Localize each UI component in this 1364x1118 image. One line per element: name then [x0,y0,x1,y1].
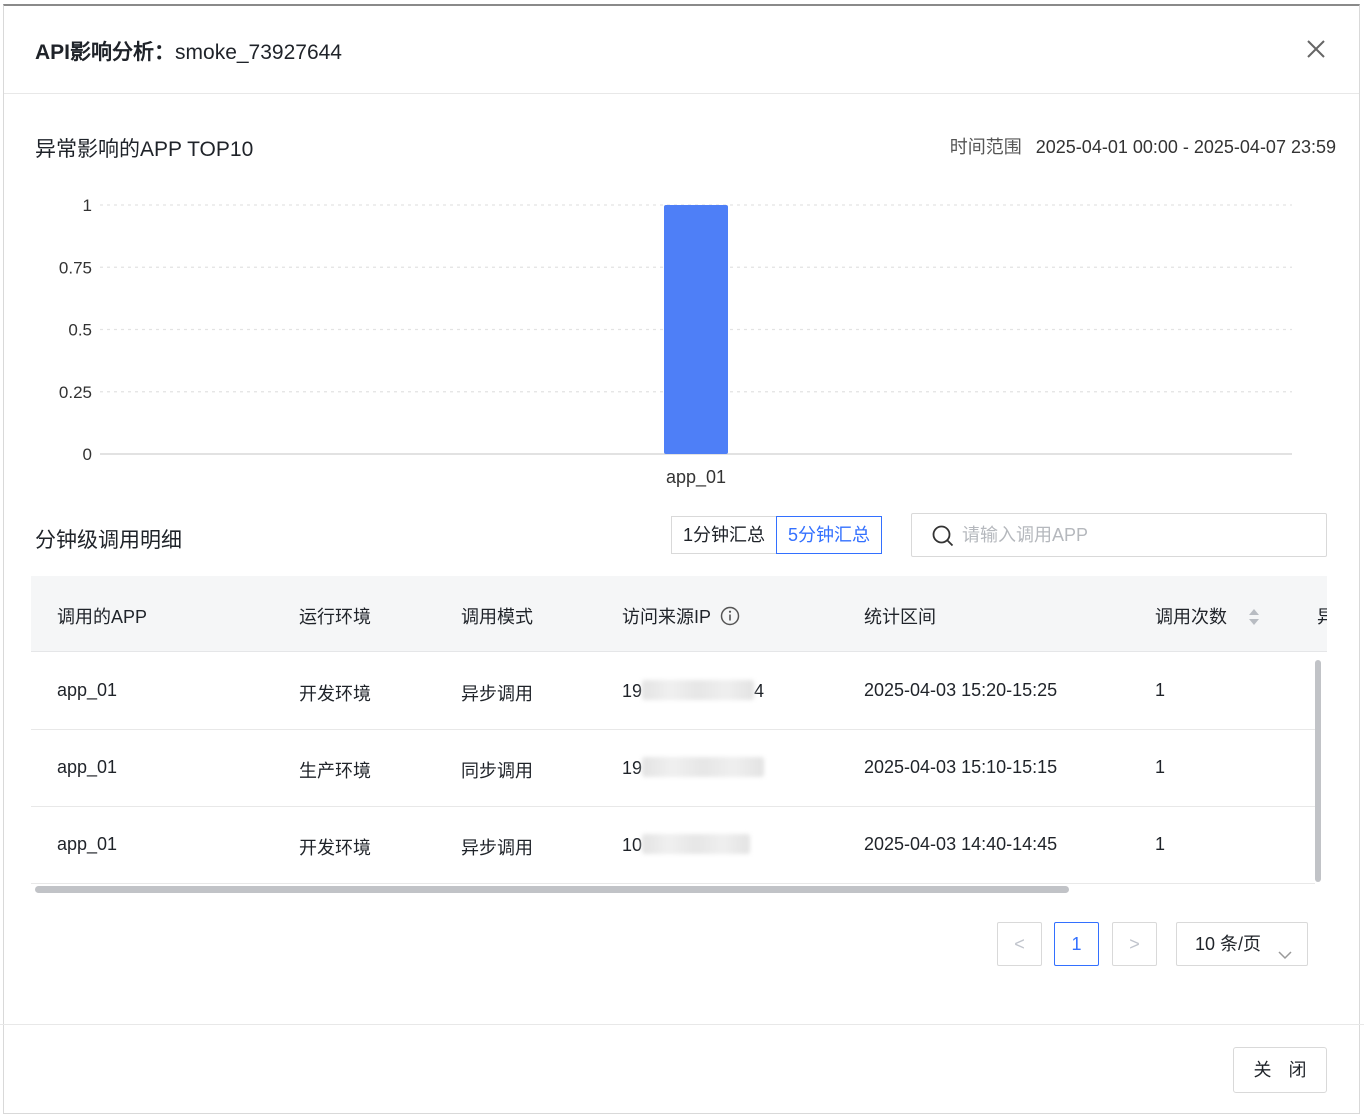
col-header-mode: 调用模式 [461,607,533,627]
bar [664,205,728,454]
search-icon [932,525,954,552]
col-header-count[interactable]: 调用次数 [1155,603,1262,629]
app-search-input[interactable] [960,514,1320,556]
y-tick-label: 0.75 [59,258,92,277]
cell-env: 开发环境 [299,684,371,704]
cell-ip: 10 [622,834,751,856]
page-1-button[interactable]: 1 [1054,922,1099,966]
redacted-ip [642,757,765,777]
page-size-value: 10 条/页 [1195,934,1262,954]
dialog-header: API影响分析：smoke_73927644 [4,6,1359,94]
cell-ip-start: 19 [622,758,643,778]
cell-app: app_01 [57,757,118,777]
cell-interval: 2025-04-03 15:20-15:25 [864,680,1058,700]
chevron-down-icon [1277,936,1293,978]
detail-table: 调用的APP 运行环境 调用模式 访问来源IP 统计区间 调用次数 异 app_… [31,576,1327,896]
cell-mode: 同步调用 [461,761,533,781]
app-top10-bar-chart: 0 0.25 0.5 0.75 1 app_01 [59,196,1292,488]
horizontal-scrollbar[interactable] [35,886,1069,893]
dialog-title-name: smoke_73927644 [175,41,342,64]
y-tick-label: 1 [83,196,92,215]
cell-count: 1 [1155,680,1166,700]
col-header-ip-label: 访问来源IP [622,607,711,627]
col-header-env: 运行环境 [299,607,371,627]
aggregation-toggle: 1分钟汇总 5分钟汇总 [671,516,883,554]
y-tick-label: 0.5 [68,321,92,340]
col-header-app: 调用的APP [57,607,148,627]
dialog-footer [0,1024,1364,1108]
dialog-title: API影响分析：smoke_73927644 [35,36,342,66]
page-size-select[interactable]: 10 条/页 [1176,922,1308,966]
table-row: app_01 生产环境 同步调用 19 2025-04-03 15:10-15:… [31,730,1315,807]
next-page-button[interactable]: > [1112,922,1157,966]
close-button[interactable]: 关 闭 [1233,1047,1327,1093]
cell-app: app_01 [57,680,118,700]
cell-count: 1 [1155,834,1166,854]
cell-app: app_01 [57,834,118,854]
time-range-label: 时间范围 [949,137,1022,157]
table-row: app_01 开发环境 异步调用 19 4 2025-04-03 15:20-15… [31,653,1315,730]
vertical-scrollbar[interactable] [1315,660,1321,882]
cell-mode: 异步调用 [461,684,533,704]
detail-section-title: 分钟级调用明细 [35,529,182,552]
redacted-ip [642,834,751,854]
cell-count: 1 [1155,757,1166,777]
toggle-1min[interactable]: 1分钟汇总 [671,516,778,554]
time-range-value: 2025-04-01 00:00 - 2025-04-07 23:59 [1035,137,1336,157]
cell-ip: 19 [622,757,765,779]
x-tick-label: app_01 [666,467,726,488]
dialog-title-prefix: API影响分析： [35,41,176,64]
sort-icon[interactable] [1246,606,1262,628]
col-header-truncated: 异 [1317,607,1327,627]
prev-page-button[interactable]: < [997,922,1042,966]
redacted-ip [642,680,755,700]
close-icon[interactable] [1303,36,1329,62]
cell-ip-start: 19 [622,681,643,701]
cell-env: 生产环境 [299,761,371,781]
table-row: app_01 开发环境 异步调用 10 2025-04-03 14:40-14:… [31,807,1315,884]
col-header-interval: 统计区间 [864,607,936,627]
y-tick-label: 0 [83,445,92,464]
time-range: 时间范围 2025-04-01 00:00 - 2025-04-07 23:59 [950,133,1336,159]
col-header-count-label: 调用次数 [1155,607,1227,627]
table-header: 调用的APP 运行环境 调用模式 访问来源IP 统计区间 调用次数 异 [31,576,1327,652]
cell-interval: 2025-04-03 15:10-15:15 [864,757,1058,777]
cell-ip: 19 4 [622,680,764,702]
cell-interval: 2025-04-03 14:40-14:45 [864,834,1058,854]
chart-section-title: 异常影响的APP TOP10 [35,138,254,161]
info-icon[interactable] [720,606,740,626]
y-tick-label: 0.25 [59,383,92,402]
col-header-ip: 访问来源IP [622,603,740,629]
toggle-5min[interactable]: 5分钟汇总 [776,516,883,554]
cell-ip-start: 10 [622,835,643,855]
cell-mode: 异步调用 [461,838,533,858]
cell-env: 开发环境 [299,838,371,858]
cell-ip-end: 4 [754,681,765,701]
app-search-box [911,513,1327,557]
